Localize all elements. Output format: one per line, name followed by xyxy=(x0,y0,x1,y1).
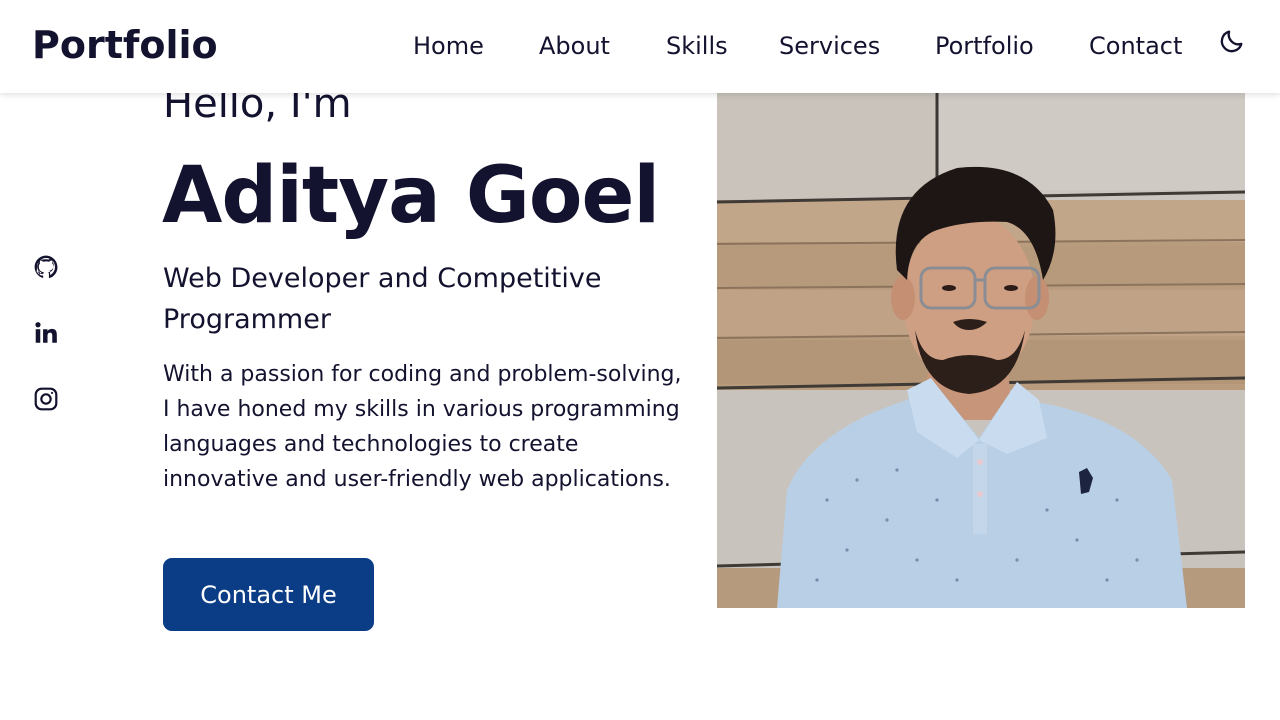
moon-icon[interactable] xyxy=(1218,27,1246,55)
site-header: Portfolio Home About Skills Services Por… xyxy=(0,0,1280,93)
linkedin-icon[interactable] xyxy=(33,320,59,346)
nav-home[interactable]: Home xyxy=(413,30,484,62)
social-links xyxy=(33,254,59,452)
nav-about[interactable]: About xyxy=(539,30,610,62)
instagram-icon[interactable] xyxy=(33,386,59,412)
nav-contact[interactable]: Contact xyxy=(1089,30,1182,62)
site-logo[interactable]: Portfolio xyxy=(32,22,218,68)
contact-me-button[interactable]: Contact Me xyxy=(163,558,374,631)
profile-photo xyxy=(717,60,1245,608)
nav-services[interactable]: Services xyxy=(779,30,880,62)
hero-description: With a passion for coding and problem-so… xyxy=(163,362,682,492)
github-icon[interactable] xyxy=(33,254,59,280)
nav-portfolio[interactable]: Portfolio xyxy=(935,30,1034,62)
hero-name: Aditya Goel xyxy=(162,151,660,241)
hero-subtitle: Web Developer and Competitive Programmer xyxy=(163,263,602,335)
nav-skills[interactable]: Skills xyxy=(666,30,728,62)
